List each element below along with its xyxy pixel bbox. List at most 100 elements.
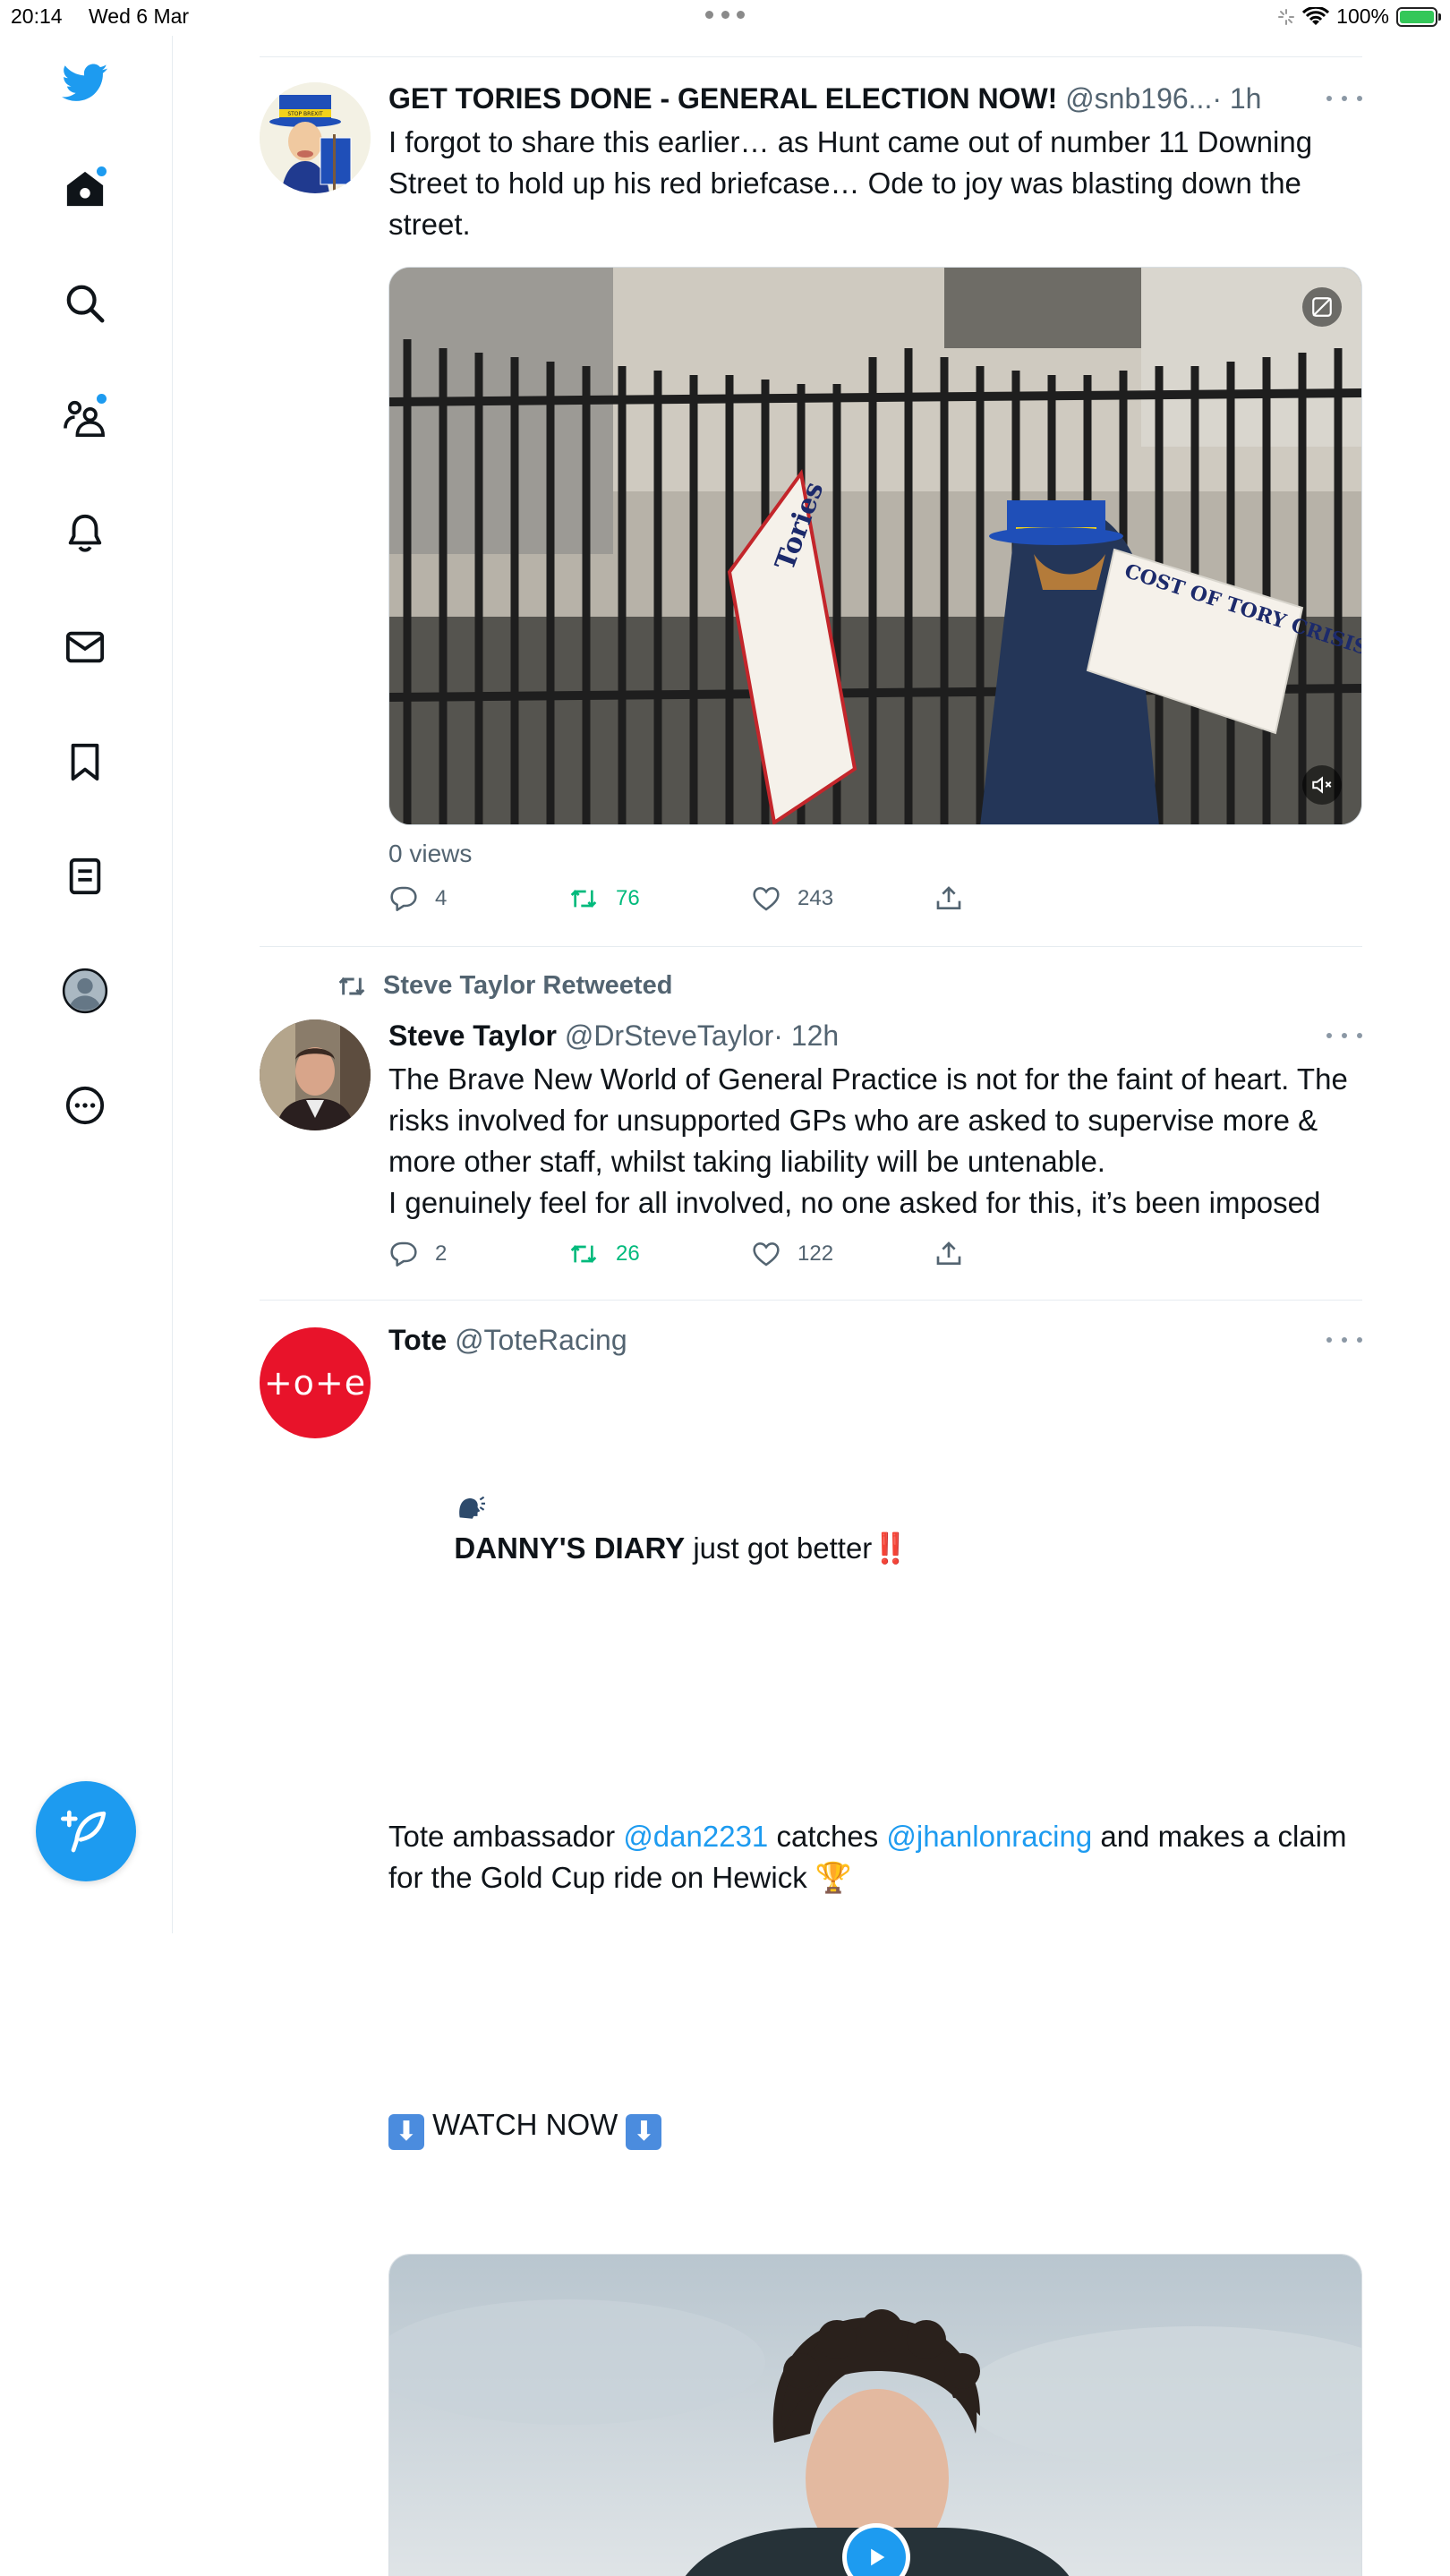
avatar[interactable]: +o+e — [260, 1327, 371, 1438]
mention-link-dan2231[interactable]: @dan2231 — [623, 1820, 768, 1853]
profile-avatar-icon — [62, 968, 108, 1014]
like-count: 122 — [798, 1241, 834, 1266]
retweet-button[interactable]: 26 — [567, 1240, 640, 1268]
avatar[interactable]: STOP BREXIT — [260, 82, 371, 193]
list-icon — [69, 857, 101, 895]
avatar[interactable] — [260, 1019, 371, 1130]
hat-band-text: STOP BREXIT — [287, 111, 323, 117]
tweet-header: Steve Taylor @DrSteveTaylor· 12h — [388, 1018, 1362, 1053]
down-arrow-icon: ⬇ — [388, 2114, 424, 2150]
reply-icon — [390, 1241, 417, 1267]
author-handle[interactable]: @DrSteveTaylor — [565, 1019, 773, 1052]
mention-link-jhanlonracing[interactable]: @jhanlonracing — [886, 1820, 1092, 1853]
share-button[interactable] — [934, 1240, 963, 1268]
battery-icon — [1396, 6, 1441, 27]
tweet-video[interactable] — [388, 2254, 1362, 2576]
like-button[interactable]: 122 — [751, 1240, 833, 1268]
sidebar-item-notifications[interactable] — [57, 505, 113, 560]
tweet-time[interactable]: · 12h — [773, 1019, 839, 1052]
bell-icon — [68, 514, 102, 552]
danny-diary-bold: DANNY'S DIARY — [454, 1531, 686, 1565]
like-button[interactable]: 243 — [751, 884, 833, 913]
line2-text-a: Tote ambassador — [388, 1820, 624, 1853]
reply-button[interactable]: 4 — [388, 884, 447, 913]
tweet-text: DANNY'S DIARY just got better‼️ Tote amb… — [388, 1363, 1362, 2232]
status-bar: 20:14 Wed 6 Mar 100% — [0, 0, 1450, 36]
tweet-more-button[interactable] — [1326, 81, 1362, 116]
sidebar-item-explore[interactable] — [57, 276, 113, 331]
line2-text-b: catches — [768, 1820, 887, 1853]
reply-count: 4 — [435, 886, 448, 910]
share-button[interactable] — [934, 884, 963, 913]
play-icon — [871, 2548, 885, 2566]
wifi-icon — [1302, 6, 1330, 25]
tweet-time[interactable]: · 1h — [1212, 82, 1261, 115]
reply-count: 2 — [435, 1241, 448, 1266]
heart-icon — [753, 1242, 780, 1267]
view-count: 0 views — [388, 840, 473, 867]
sidebar-item-bookmarks[interactable] — [57, 734, 113, 789]
retweet-button[interactable]: 76 — [567, 884, 640, 913]
tweet-text: I forgot to share this earlier… as Hunt … — [388, 125, 1321, 241]
sidebar-item-communities[interactable] — [57, 390, 113, 446]
sidebar — [0, 36, 173, 1933]
heart-icon — [753, 887, 780, 911]
status-time: 20:14 — [11, 4, 63, 28]
sidebar-item-home[interactable] — [57, 161, 113, 217]
tweet-line-1: DANNY'S DIARY just got better‼️ — [388, 1446, 1362, 1610]
tweet-actions: 4 76 243 — [388, 884, 1362, 920]
gif-settings-icon[interactable] — [1302, 287, 1342, 327]
down-arrow-icon: ⬇ — [626, 2114, 662, 2150]
trophy-icon: 🏆 — [815, 1861, 852, 1894]
double-exclamation-icon: ‼️ — [872, 1531, 909, 1565]
speaking-head-icon — [459, 1496, 486, 1519]
battery-percent: 100% — [1336, 4, 1389, 28]
share-icon — [936, 886, 961, 909]
video-frame: Tories COST OF TORY CRISIS — [389, 268, 1361, 824]
retweet-count: 26 — [616, 1241, 640, 1266]
share-icon — [936, 1241, 961, 1265]
tweet-video[interactable]: Tories COST OF TORY CRISIS — [388, 267, 1362, 825]
reply-button[interactable]: 2 — [388, 1240, 447, 1268]
retweet-icon — [570, 1245, 597, 1263]
search-icon — [66, 285, 105, 323]
sidebar-item-lists[interactable] — [57, 849, 113, 904]
multitasking-dots[interactable] — [705, 11, 745, 20]
timeline-divider — [260, 946, 1362, 947]
tweet-header: GET TORIES DONE - GENERAL ELECTION NOW! … — [388, 81, 1362, 116]
status-date: Wed 6 Mar — [89, 4, 190, 28]
retweet-small-icon — [338, 977, 365, 995]
communities-notification-dot — [97, 394, 107, 404]
tweet-line-3: ⬇ WATCH NOW ⬇ — [388, 2104, 1362, 2150]
author-name[interactable]: GET TORIES DONE - GENERAL ELECTION NOW! — [388, 82, 1057, 115]
sidebar-item-messages[interactable] — [57, 619, 113, 675]
tweet-line-2: Tote ambassador @dan2231 catches @jhanlo… — [388, 1816, 1362, 1898]
retweet-icon — [570, 890, 597, 908]
tweet-content: Tote @ToteRacing DANNY'S DIARY just got … — [388, 1322, 1362, 2576]
author-name[interactable]: Tote — [388, 1324, 447, 1356]
mute-icon[interactable] — [1302, 765, 1342, 805]
bookmark-icon — [71, 743, 99, 781]
author-handle[interactable]: @snb196... — [1065, 82, 1212, 115]
home-notification-dot — [97, 166, 107, 176]
tweet-more-button[interactable] — [1326, 1322, 1362, 1358]
retweet-count: 76 — [616, 886, 640, 910]
reply-icon — [390, 886, 417, 911]
compose-tweet-button[interactable] — [36, 1781, 136, 1881]
tweet-more-button[interactable] — [1326, 1018, 1362, 1053]
author-name[interactable]: Steve Taylor — [388, 1019, 557, 1052]
timeline-divider — [260, 1300, 1362, 1301]
line1-rest: just got better — [685, 1531, 873, 1565]
twitter-bird-logo[interactable] — [57, 55, 113, 111]
tweet-content: GET TORIES DONE - GENERAL ELECTION NOW! … — [388, 81, 1362, 920]
sidebar-item-more[interactable] — [57, 1078, 113, 1133]
tweet-actions: 2 26 122 — [388, 1240, 1362, 1275]
compose-feather-icon — [61, 1810, 107, 1853]
status-right: 100% — [1277, 4, 1441, 29]
loading-icon — [1278, 8, 1295, 25]
author-handle[interactable]: @ToteRacing — [455, 1324, 627, 1356]
sidebar-item-profile[interactable] — [57, 963, 113, 1019]
retweeted-by-label[interactable]: Steve Taylor Retweeted — [335, 971, 672, 1001]
tweet-text: The Brave New World of General Practice … — [388, 1062, 1348, 1219]
retweeted-by-text: Steve Taylor Retweeted — [383, 971, 673, 1000]
